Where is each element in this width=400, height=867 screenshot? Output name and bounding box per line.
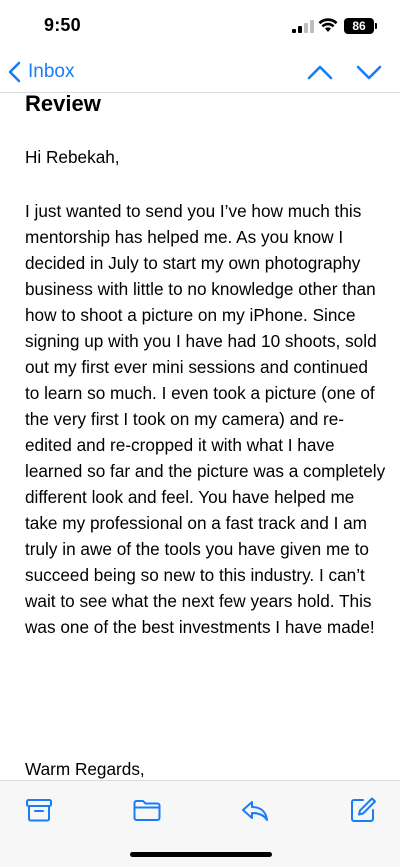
email-signoff: Warm Regards, (25, 759, 145, 779)
folder-icon (133, 800, 161, 821)
reply-icon (242, 801, 268, 821)
wifi-icon (318, 18, 338, 32)
archive-button[interactable] (24, 795, 54, 825)
back-to-inbox-button[interactable]: Inbox (6, 58, 74, 86)
compose-button[interactable] (348, 795, 378, 825)
back-label: Inbox (28, 61, 75, 82)
status-bar: 9:50 86 (0, 0, 400, 52)
email-subject: Review (25, 91, 101, 116)
reply-button[interactable] (240, 795, 270, 825)
cellular-signal-icon (292, 20, 314, 33)
move-to-folder-button[interactable] (132, 795, 162, 825)
email-body: I just wanted to send you I’ve how much … (25, 201, 386, 637)
next-message-button[interactable] (355, 60, 383, 84)
battery-nub (375, 23, 377, 29)
chevron-down-icon (356, 65, 382, 80)
compose-icon (351, 797, 376, 822)
email-greeting: Hi Rebekah, (25, 147, 120, 167)
status-time: 9:50 (44, 15, 81, 35)
chevron-up-icon (307, 65, 333, 80)
home-indicator (130, 852, 272, 857)
email-header: Review (25, 92, 385, 116)
chevron-left-icon (8, 61, 21, 83)
battery-indicator: 86 (344, 18, 374, 34)
navigation-bar: Inbox (0, 52, 400, 93)
previous-message-button[interactable] (306, 60, 334, 84)
archive-icon (26, 799, 52, 822)
